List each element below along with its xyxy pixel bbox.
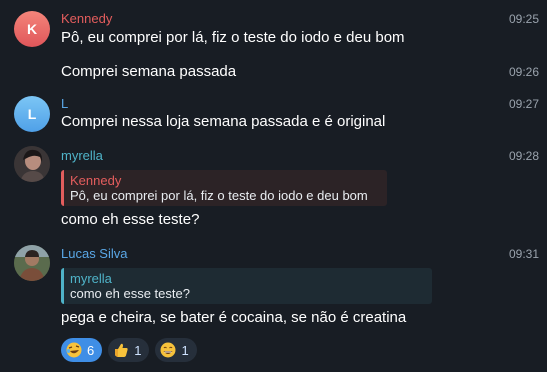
sender-name[interactable]: myrella: [61, 148, 103, 163]
reaction-count: 1: [134, 342, 142, 358]
message-text: como eh esse teste?: [61, 211, 200, 228]
reply-text: Pô, eu comprei por lá, fiz o teste do io…: [70, 188, 368, 203]
thumbs-up-emoji-icon: [115, 343, 128, 357]
avatar-letter: K: [26, 21, 38, 37]
message-text: Pô, eu comprei por lá, fiz o teste do io…: [61, 29, 405, 46]
avatar-myrella[interactable]: [14, 146, 50, 182]
chat-history: K Kennedy 09:25 Pô, eu comprei por lá, f…: [0, 0, 547, 372]
reaction-grinning[interactable]: 1: [155, 338, 197, 362]
message-text: Comprei semana passada: [61, 63, 237, 80]
message-time: 09:28: [508, 149, 539, 163]
message-time: 09:31: [508, 247, 539, 261]
reaction-thumbs-up[interactable]: 1: [108, 338, 150, 362]
reply-quote[interactable]: myrella como eh esse teste?: [61, 268, 432, 304]
avatar-l[interactable]: L: [14, 96, 50, 132]
sender-name[interactable]: Kennedy: [61, 11, 112, 26]
reaction-count: 6: [87, 342, 95, 358]
message-text: Comprei nessa loja semana passada e é or…: [61, 113, 386, 130]
sender-name[interactable]: L: [61, 96, 68, 111]
message-time: 09:27: [508, 97, 539, 111]
sender-name[interactable]: Lucas Silva: [61, 246, 127, 261]
reactions-bar: 6 1 1: [61, 338, 197, 362]
message-text: pega e cheira, se bater é cocaina, se nã…: [61, 309, 407, 326]
reaction-rolling-laughing[interactable]: 6: [61, 338, 103, 362]
avatar-photo-icon: [14, 146, 50, 182]
avatar-letter: L: [27, 106, 37, 122]
rolling-laughing-emoji-icon: [66, 342, 82, 358]
reply-quote[interactable]: Kennedy Pô, eu comprei por lá, fiz o tes…: [61, 170, 387, 206]
reply-sender: myrella: [70, 271, 112, 286]
reaction-count: 1: [181, 342, 189, 358]
grinning-emoji-icon: [160, 342, 176, 358]
reply-sender: Kennedy: [70, 173, 122, 188]
reply-text: como eh esse teste?: [70, 286, 190, 301]
avatar-lucas-silva[interactable]: [14, 245, 50, 281]
message-time: 09:25: [508, 12, 539, 26]
message-time: 09:26: [508, 65, 539, 79]
avatar-kennedy[interactable]: K: [14, 11, 50, 47]
avatar-photo-icon: [14, 245, 50, 281]
